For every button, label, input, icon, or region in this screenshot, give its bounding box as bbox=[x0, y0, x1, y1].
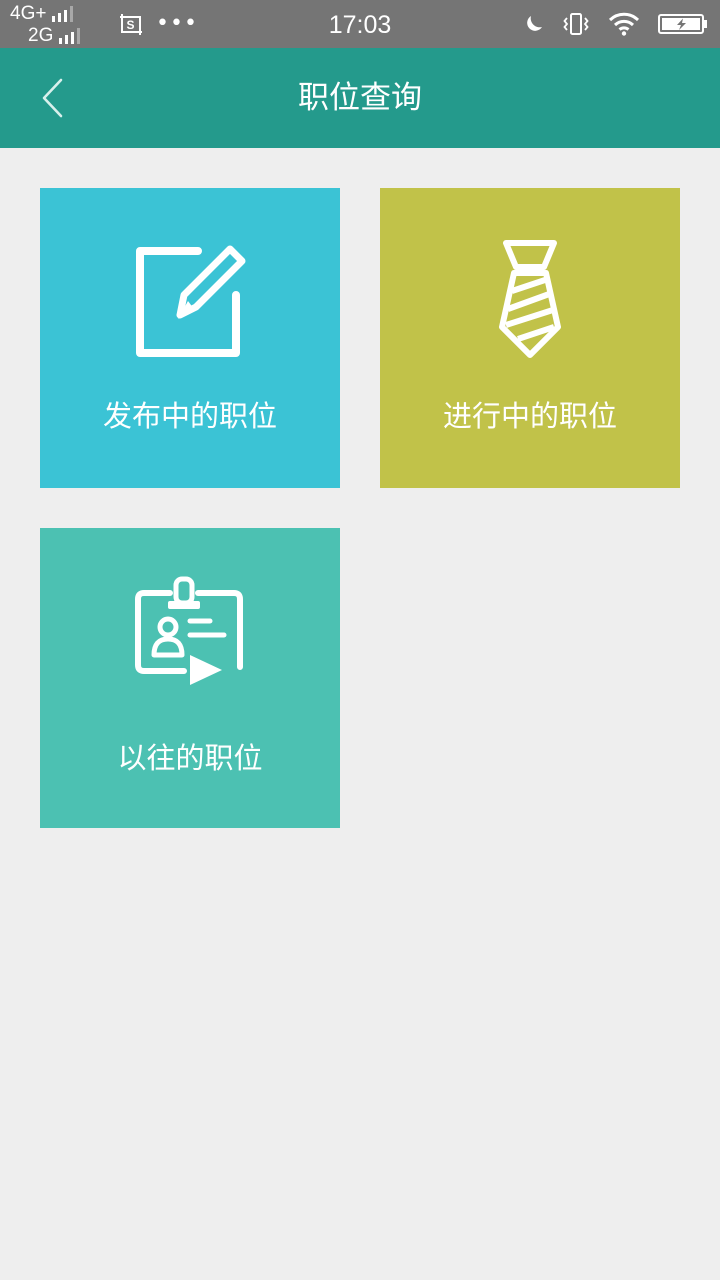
status-bar: 4G+ 2G S ••• 17:03 bbox=[0, 0, 720, 48]
badge-play-icon bbox=[130, 573, 250, 703]
screenshot-icon: S bbox=[119, 13, 145, 41]
tile-label: 进行中的职位 bbox=[442, 399, 617, 433]
network-type-secondary: 2G bbox=[28, 25, 54, 46]
network-indicators: 4G+ 2G bbox=[10, 4, 102, 48]
tie-icon bbox=[470, 233, 590, 363]
network-row-primary: 4G+ bbox=[10, 3, 74, 24]
edit-icon bbox=[130, 233, 250, 363]
network-type-primary: 4G+ bbox=[10, 3, 47, 24]
tile-label: 发布中的职位 bbox=[102, 399, 277, 433]
in-progress-positions-tile[interactable]: 进行中的职位 bbox=[380, 188, 680, 488]
published-positions-tile[interactable]: 发布中的职位 bbox=[40, 188, 340, 488]
signal-bars-icon bbox=[52, 6, 74, 22]
svg-text:S: S bbox=[127, 18, 135, 32]
app-bar: 职位查询 bbox=[0, 48, 720, 148]
signal-bars-icon bbox=[59, 28, 81, 44]
night-mode-icon bbox=[524, 14, 544, 34]
more-notifications-icon: ••• bbox=[156, 11, 198, 36]
past-positions-tile[interactable]: 以往的职位 bbox=[40, 528, 340, 828]
status-icons-right bbox=[524, 10, 708, 38]
chevron-left-icon bbox=[42, 78, 63, 118]
back-button[interactable] bbox=[28, 73, 76, 123]
tile-label: 以往的职位 bbox=[117, 741, 263, 775]
battery-charging-icon bbox=[658, 13, 708, 35]
vibrate-icon bbox=[562, 12, 590, 36]
wifi-icon bbox=[608, 12, 640, 36]
page-title: 职位查询 bbox=[298, 80, 422, 116]
network-row-secondary: 2G bbox=[28, 25, 81, 46]
